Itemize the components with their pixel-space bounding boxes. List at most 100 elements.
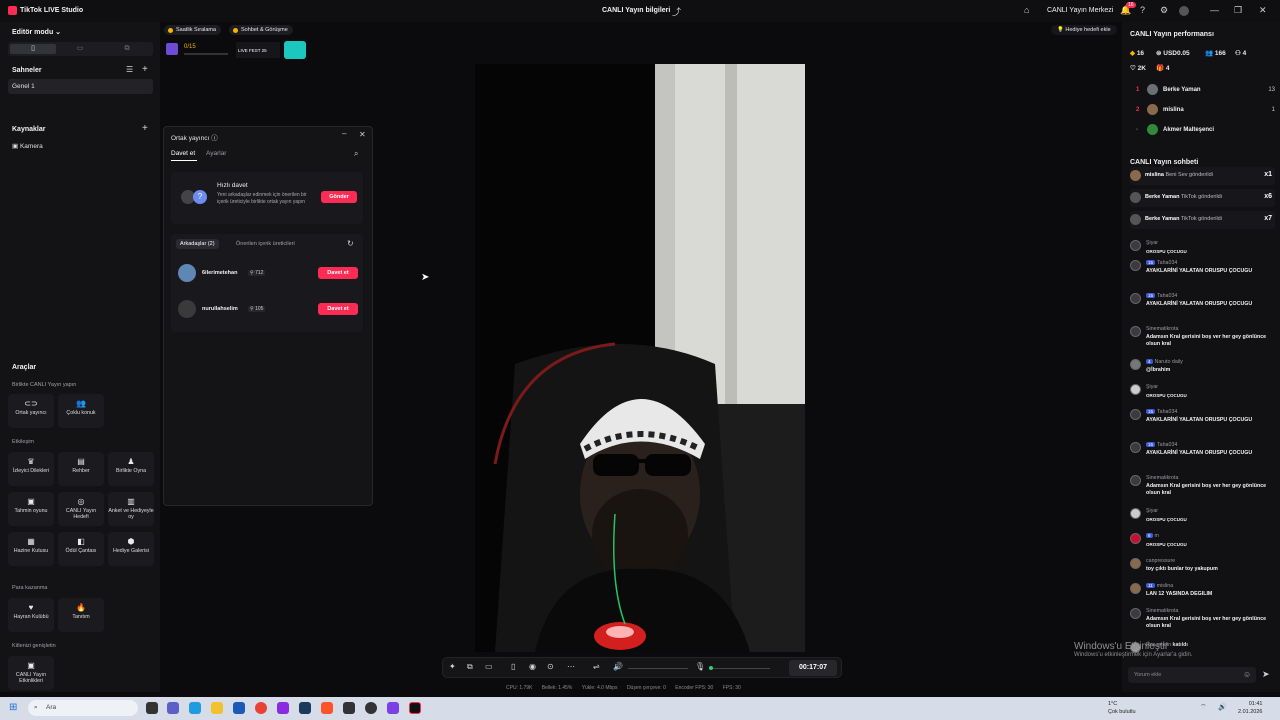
volume-icon[interactable]: 🔊 bbox=[1218, 703, 1227, 711]
tab-friends[interactable]: Arkadaşlar (2) bbox=[176, 239, 219, 249]
invite-button[interactable]: Davet et bbox=[318, 267, 358, 279]
live-info-button[interactable]: CANLI Yayın bilgileri bbox=[602, 7, 670, 14]
landscape-icon[interactable]: ▭ bbox=[57, 44, 103, 54]
layout-icon[interactable]: ⧉ bbox=[467, 662, 473, 672]
rank-number: - bbox=[1136, 127, 1138, 133]
tool-live-goal[interactable]: ◎ CANLI Yayın Hedefi bbox=[58, 492, 104, 526]
photoshop-icon[interactable] bbox=[299, 702, 311, 714]
close-icon[interactable]: ✕ bbox=[1259, 5, 1267, 16]
ranking-row[interactable]: 1 Berke Yaman 13 bbox=[1130, 83, 1275, 97]
screen-icon[interactable]: ▭ bbox=[485, 662, 493, 671]
editor-mode-dropdown[interactable]: Editör modu ⌄ bbox=[12, 28, 61, 36]
refresh-icon[interactable]: ↻ bbox=[347, 239, 354, 248]
scene-item[interactable]: Genel 1 bbox=[8, 79, 153, 94]
store-icon[interactable] bbox=[233, 702, 245, 714]
close-panel-icon[interactable]: ✕ bbox=[359, 130, 366, 139]
mic-level-indicator bbox=[709, 666, 713, 670]
send-icon[interactable]: ➤ bbox=[1262, 669, 1270, 680]
info-icon[interactable]: ⓘ bbox=[211, 135, 218, 142]
level-badge: 6 bbox=[1146, 533, 1153, 538]
add-source-icon[interactable]: + bbox=[142, 123, 148, 134]
tool-treasure[interactable]: ▦ Hazine Kutusu bbox=[8, 532, 54, 566]
level-badge: 15 bbox=[1146, 409, 1156, 414]
phone-icon[interactable]: ▯ bbox=[511, 662, 515, 671]
explorer-icon[interactable] bbox=[211, 702, 223, 714]
windows-start-icon[interactable]: ⊞ bbox=[9, 702, 17, 713]
tab-settings[interactable]: Ayarlar bbox=[206, 150, 226, 157]
mixer-icon[interactable]: ⇌ bbox=[593, 662, 600, 671]
minimize-panel-icon[interactable]: – bbox=[342, 129, 346, 138]
orientation-switch[interactable]: ▯ ▭ ⧉ bbox=[8, 42, 153, 56]
taskbar-search[interactable]: ⌕ Ara bbox=[28, 700, 138, 716]
chat-user: Şiyar bbox=[1146, 508, 1159, 514]
camera-preview[interactable] bbox=[475, 64, 805, 652]
help-icon[interactable]: ? bbox=[1140, 5, 1145, 15]
mic-slider[interactable] bbox=[710, 668, 770, 669]
source-camera[interactable]: ▣ Kamera bbox=[12, 142, 43, 150]
more-icon[interactable]: ⋯ bbox=[567, 662, 575, 671]
invite-button[interactable]: Davet et bbox=[318, 303, 358, 315]
stats-bar: CPU: 1.79K Bellek: 1.45% Yükle: 4.0 Mbps… bbox=[506, 685, 749, 691]
brave-icon[interactable] bbox=[321, 702, 333, 714]
hourly-ranking-tag[interactable]: Saatlik Sıralama bbox=[164, 25, 222, 35]
send-button[interactable]: Gönder bbox=[321, 191, 357, 203]
tool-reward-bag[interactable]: ◧ Ödül Çantası bbox=[58, 532, 104, 566]
clock[interactable]: 01:41 2.01.2026 bbox=[1238, 700, 1262, 716]
live-center-button[interactable]: CANLI Yayın Merkezi bbox=[1047, 7, 1113, 14]
chat-call-tag[interactable]: Sohbet & Görüşme bbox=[229, 25, 293, 35]
task-view-icon[interactable] bbox=[146, 702, 158, 714]
network-icon[interactable]: ⌔ bbox=[1200, 703, 1207, 712]
tool-poll[interactable]: ▥ Anket ve Hediyeyle oy bbox=[108, 492, 154, 526]
users-icon: 👥 bbox=[76, 399, 86, 408]
tool-fan-club[interactable]: ♥ Hayran Kulübü bbox=[8, 598, 54, 632]
record-icon[interactable]: ◉ bbox=[529, 662, 536, 671]
add-gift-goal-button[interactable]: 💡 Hediye hedefi ekle bbox=[1051, 25, 1117, 35]
gift-progress-row[interactable]: 0/15 LIVE FEST 25 bbox=[164, 40, 309, 60]
obs-icon[interactable] bbox=[365, 702, 377, 714]
capcut-icon[interactable] bbox=[343, 702, 355, 714]
tab-invite[interactable]: Davet et bbox=[171, 150, 195, 157]
add-scene-icon[interactable]: + bbox=[142, 64, 148, 75]
app2-icon[interactable] bbox=[387, 702, 399, 714]
comment-input[interactable]: Yorum ekle bbox=[1128, 667, 1256, 683]
poll-icon: ▥ bbox=[127, 497, 135, 506]
event-banner[interactable]: LIVE FEST 25 bbox=[236, 42, 280, 58]
tab-suggested[interactable]: Önerilen içerik üreticileri bbox=[236, 241, 295, 247]
tool-gift-gallery[interactable]: ⬢ Hediye Galerisi bbox=[108, 532, 154, 566]
minimize-icon[interactable]: — bbox=[1210, 5, 1219, 15]
tool-guess-game[interactable]: ▣ Tahmin oyunu bbox=[8, 492, 54, 526]
magic-wand-icon[interactable]: ✦ bbox=[449, 662, 456, 671]
tool-cohost[interactable]: ⊂⊃ Ortak yayıncı bbox=[8, 394, 54, 428]
tool-viewer-wishes[interactable]: ♛ İzleyici Dilekleri bbox=[8, 452, 54, 486]
weather-widget[interactable]: 1°C Çok bulutlu bbox=[1108, 700, 1136, 716]
search-icon[interactable]: ⌕ bbox=[354, 149, 358, 159]
cohost-title: Ortak yayıncı ⓘ bbox=[171, 135, 218, 142]
speaker-icon[interactable]: 🔊 bbox=[613, 662, 623, 671]
ranking-row[interactable]: 2 mislina 1 bbox=[1130, 103, 1275, 117]
mic-icon[interactable]: 🎙 bbox=[695, 662, 705, 671]
viewers-stat: 👥 166 bbox=[1205, 50, 1226, 57]
tool-multi-guest[interactable]: 👥 Çoklu konuk bbox=[58, 394, 104, 428]
app-icon[interactable] bbox=[277, 702, 289, 714]
tool-live-events[interactable]: ▣ CANLI Yayın Etkinlikleri bbox=[8, 656, 54, 690]
ranking-row[interactable]: - Akmer Malteşenci bbox=[1130, 123, 1275, 137]
capture-icon[interactable]: ⊙ bbox=[547, 662, 554, 671]
dual-icon[interactable]: ⧉ bbox=[104, 44, 150, 54]
list-icon[interactable]: ☰ bbox=[126, 65, 133, 74]
tiktok-live-studio-icon[interactable] bbox=[409, 702, 421, 714]
teams-icon[interactable] bbox=[167, 702, 179, 714]
share-icon[interactable]: ⤴ bbox=[672, 5, 681, 18]
rank-name: Akmer Malteşenci bbox=[1163, 127, 1215, 133]
portrait-icon[interactable]: ▯ bbox=[10, 44, 56, 54]
restore-icon[interactable]: ❐ bbox=[1234, 5, 1242, 16]
chrome-icon[interactable] bbox=[255, 702, 267, 714]
emoji-icon[interactable]: ☺ bbox=[1243, 670, 1251, 679]
profile-avatar[interactable] bbox=[1179, 6, 1189, 16]
edge-icon[interactable] bbox=[189, 702, 201, 714]
chat-text: OROSPU ÇOCUGU bbox=[1146, 249, 1187, 254]
tool-promote[interactable]: 🔥 Tanıtım bbox=[58, 598, 104, 632]
tool-guide[interactable]: ▤ Rehber bbox=[58, 452, 104, 486]
gear-icon[interactable]: ⚙ bbox=[1160, 5, 1168, 16]
tool-play-together[interactable]: ♟ Birlikte Oyna bbox=[108, 452, 154, 486]
volume-slider[interactable] bbox=[628, 668, 688, 669]
